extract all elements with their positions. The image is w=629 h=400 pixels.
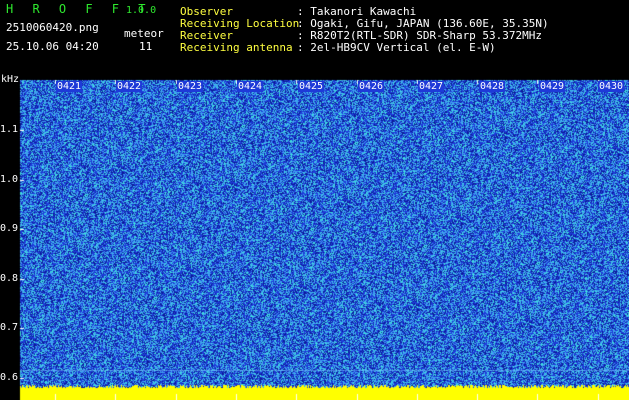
hrofft-window: H R O F F T 1.0.0 2510060420.png meteor … (0, 0, 629, 400)
y-tick-label: 1.0 (0, 174, 19, 185)
time-tick-label: 0423 (177, 81, 204, 92)
y-tick-label: 0.8 (0, 273, 19, 284)
y-tick-label: 0.9 (0, 223, 19, 234)
axis-unit-label: kHz (1, 74, 20, 85)
file-name: 2510060420.png (6, 21, 99, 34)
time-tick-label: 0424 (237, 81, 264, 92)
meteor-count: 11 (139, 40, 153, 53)
time-tick-label: 0428 (479, 81, 506, 92)
antenna-value: : 2el-HB9CV Vertical (el. E-W) (297, 41, 496, 54)
time-tick-label: 0427 (418, 81, 445, 92)
y-tick-label: 0.7 (0, 322, 19, 333)
app-version: 1.0.0 (126, 5, 157, 16)
spectrogram (0, 0, 629, 400)
time-tick-label: 0429 (539, 81, 566, 92)
time-tick-label: 0430 (598, 81, 625, 92)
time-tick-label: 0422 (116, 81, 143, 92)
y-tick-label: 0.6 (0, 372, 19, 383)
date-time: 25.10.06 04:20 (6, 40, 99, 53)
y-tick-label: 1.1 (0, 124, 19, 135)
time-tick-label: 0426 (358, 81, 385, 92)
meteor-label: meteor (124, 27, 164, 40)
time-tick-label: 0421 (56, 81, 83, 92)
time-tick-label: 0425 (298, 81, 325, 92)
antenna-label: Receiving antenna (180, 41, 293, 54)
